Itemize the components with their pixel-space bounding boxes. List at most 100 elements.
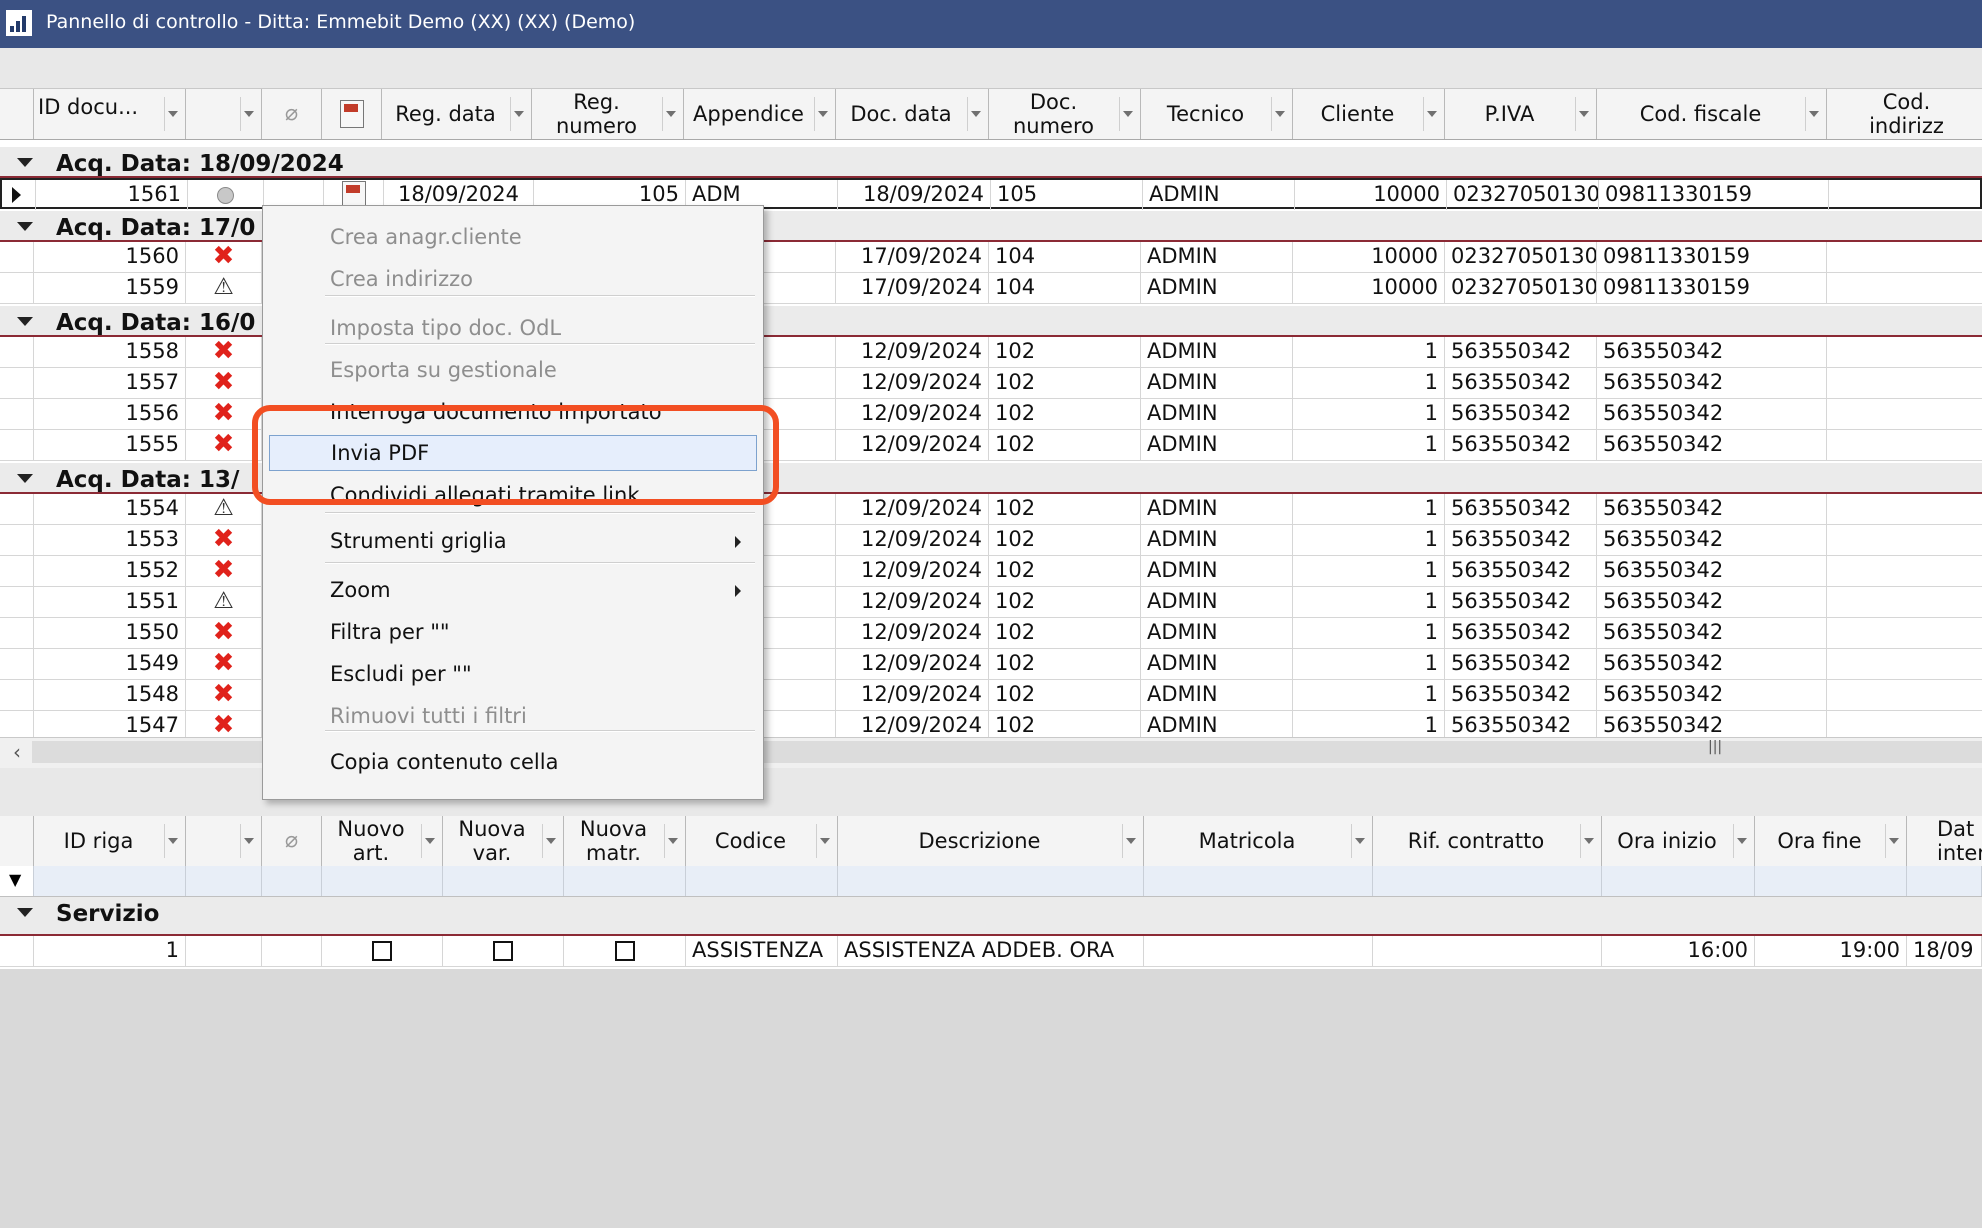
col-header-id-riga[interactable]: ID riga — [34, 816, 186, 866]
cell-doc-numero[interactable]: 102 — [989, 587, 1141, 617]
filter-cell[interactable] — [1602, 866, 1755, 896]
col-header-ora-fine[interactable]: Ora fine — [1755, 816, 1907, 866]
cell-doc-numero[interactable]: 102 — [989, 368, 1141, 398]
cell-cliente[interactable]: 1 — [1293, 399, 1445, 429]
cell-doc-data[interactable]: 12/09/2024 — [836, 680, 989, 710]
cell-tecnico[interactable]: ADMIN — [1141, 649, 1293, 679]
cell-doc-data[interactable]: 12/09/2024 — [836, 337, 989, 367]
cell-cod-fiscale[interactable]: 563550342 — [1597, 494, 1827, 524]
cell-id-doc[interactable]: 1559 — [34, 273, 186, 303]
cell-piva[interactable]: 563550342 — [1445, 649, 1597, 679]
filter-cell[interactable] — [262, 866, 322, 896]
cell-id-doc[interactable]: 1551 — [34, 587, 186, 617]
cell-doc-data[interactable]: 12/09/2024 — [836, 587, 989, 617]
cell-doc-numero[interactable]: 102 — [989, 680, 1141, 710]
filter-funnel-icon[interactable]: ▼ — [0, 866, 34, 896]
cell-cod-fiscale[interactable]: 563550342 — [1597, 680, 1827, 710]
cell-id-doc[interactable]: 1560 — [34, 242, 186, 272]
cell-cliente[interactable]: 10000 — [1295, 180, 1447, 210]
group-row[interactable]: Acq. Data: 18/09/2024 — [0, 147, 1982, 178]
cell-doc-data[interactable]: 12/09/2024 — [836, 368, 989, 398]
cell-tecnico[interactable]: ADMIN — [1141, 587, 1293, 617]
col-header-rif-contratto[interactable]: Rif. contratto — [1373, 816, 1602, 866]
col-header-cod-fiscale[interactable]: Cod. fiscale — [1597, 89, 1827, 139]
cell-status[interactable]: ⚠ — [186, 587, 262, 617]
cell-doc-numero[interactable]: 102 — [989, 649, 1141, 679]
collapse-triangle-icon[interactable] — [17, 158, 33, 167]
cell-doc-numero[interactable]: 105 — [991, 180, 1143, 210]
cell-cod-fiscale[interactable]: 563550342 — [1597, 649, 1827, 679]
cell-doc-numero[interactable]: 104 — [989, 273, 1141, 303]
cell-doc-data[interactable]: 12/09/2024 — [836, 649, 989, 679]
cell-id-doc[interactable]: 1550 — [34, 618, 186, 648]
filter-cell[interactable] — [186, 866, 262, 896]
cell-doc-numero[interactable]: 102 — [989, 494, 1141, 524]
cell-cliente[interactable]: 1 — [1293, 618, 1445, 648]
collapse-triangle-icon[interactable] — [17, 222, 33, 231]
chevron-down-icon[interactable] — [1355, 838, 1365, 844]
cell-doc-data[interactable]: 12/09/2024 — [836, 399, 989, 429]
cell-tecnico[interactable]: ADMIN — [1141, 618, 1293, 648]
detail-row[interactable]: 1 ASSISTENZA ASSISTENZA ADDEB. ORA 16:00… — [0, 936, 1982, 967]
cell-id-doc[interactable]: 1556 — [34, 399, 186, 429]
cell-doc-numero[interactable]: 102 — [989, 430, 1141, 460]
cell-piva[interactable]: 563550342 — [1445, 587, 1597, 617]
cell-cod-fiscale[interactable]: 09811330159 — [1597, 273, 1827, 303]
cell-ora-inizio[interactable]: 16:00 — [1602, 936, 1755, 966]
cell-id-doc[interactable]: 1547 — [34, 711, 186, 737]
cell-doc-numero[interactable]: 102 — [989, 618, 1141, 648]
cell-cliente[interactable]: 1 — [1293, 680, 1445, 710]
cell-cod-fiscale[interactable]: 563550342 — [1597, 368, 1827, 398]
cell-doc-data[interactable]: 12/09/2024 — [836, 711, 989, 737]
cell-doc-data[interactable]: 17/09/2024 — [836, 242, 989, 272]
cell-tecnico[interactable]: ADMIN — [1141, 337, 1293, 367]
filter-cell[interactable] — [1144, 866, 1373, 896]
cell-tecnico[interactable]: ADMIN — [1141, 430, 1293, 460]
filter-cell[interactable] — [686, 866, 838, 896]
cell-id-doc[interactable]: 1555 — [34, 430, 186, 460]
cell-cod-fiscale[interactable]: 563550342 — [1597, 618, 1827, 648]
collapse-triangle-icon[interactable] — [17, 317, 33, 326]
chevron-down-icon[interactable] — [971, 111, 981, 117]
col-header-doc-numero[interactable]: Doc. numero — [989, 89, 1141, 139]
cell-id-doc[interactable]: 1554 — [34, 494, 186, 524]
col-header-nuovo-art[interactable]: Nuovo art. — [322, 816, 443, 866]
col-header-ora-inizio[interactable]: Ora inizio — [1602, 816, 1755, 866]
cell-doc-numero[interactable]: 102 — [989, 399, 1141, 429]
cell-piva[interactable]: 563550342 — [1445, 494, 1597, 524]
cell-cliente[interactable]: 1 — [1293, 368, 1445, 398]
collapse-triangle-icon[interactable] — [17, 474, 33, 483]
chevron-down-icon[interactable] — [546, 838, 556, 844]
cell-id-doc[interactable]: 1557 — [34, 368, 186, 398]
cell-codice[interactable]: ASSISTENZA — [686, 936, 838, 966]
cell-cliente[interactable]: 1 — [1293, 649, 1445, 679]
cell-piva[interactable]: 563550342 — [1445, 680, 1597, 710]
cell-doc-data[interactable]: 17/09/2024 — [836, 273, 989, 303]
cell-doc-data[interactable]: 18/09/2024 — [838, 180, 991, 210]
cell-piva[interactable]: 563550342 — [1445, 399, 1597, 429]
cell-cod-fiscale[interactable]: 563550342 — [1597, 337, 1827, 367]
cell-status[interactable]: ✖ — [186, 556, 262, 586]
cell-id-riga[interactable]: 1 — [34, 936, 186, 966]
chevron-down-icon[interactable] — [818, 111, 828, 117]
pdf-document-icon[interactable] — [341, 181, 366, 207]
cell-status[interactable]: ✖ — [186, 711, 262, 737]
cell-tecnico[interactable]: ADMIN — [1141, 273, 1293, 303]
cell-cliente[interactable]: 10000 — [1293, 273, 1445, 303]
cell-cliente[interactable]: 1 — [1293, 494, 1445, 524]
cell-cliente[interactable]: 1 — [1293, 711, 1445, 737]
col-header-doc-data[interactable]: Doc. data — [836, 89, 989, 139]
col-header-cliente[interactable]: Cliente — [1293, 89, 1445, 139]
chevron-down-icon[interactable] — [1809, 111, 1819, 117]
chevron-down-icon[interactable] — [1889, 838, 1899, 844]
filter-cell[interactable] — [1373, 866, 1602, 896]
scroll-left-arrow-icon[interactable]: ‹ — [5, 740, 29, 764]
chevron-down-icon[interactable] — [1123, 111, 1133, 117]
col-header-codice[interactable]: Codice — [686, 816, 838, 866]
cell-status[interactable]: ✖ — [186, 649, 262, 679]
filter-cell[interactable] — [564, 866, 686, 896]
cell-piva[interactable]: 563550342 — [1445, 337, 1597, 367]
cell-descrizione[interactable]: ASSISTENZA ADDEB. ORA — [838, 936, 1144, 966]
cell-id-doc[interactable]: 1549 — [34, 649, 186, 679]
col-header-nuova-var[interactable]: Nuova var. — [443, 816, 564, 866]
